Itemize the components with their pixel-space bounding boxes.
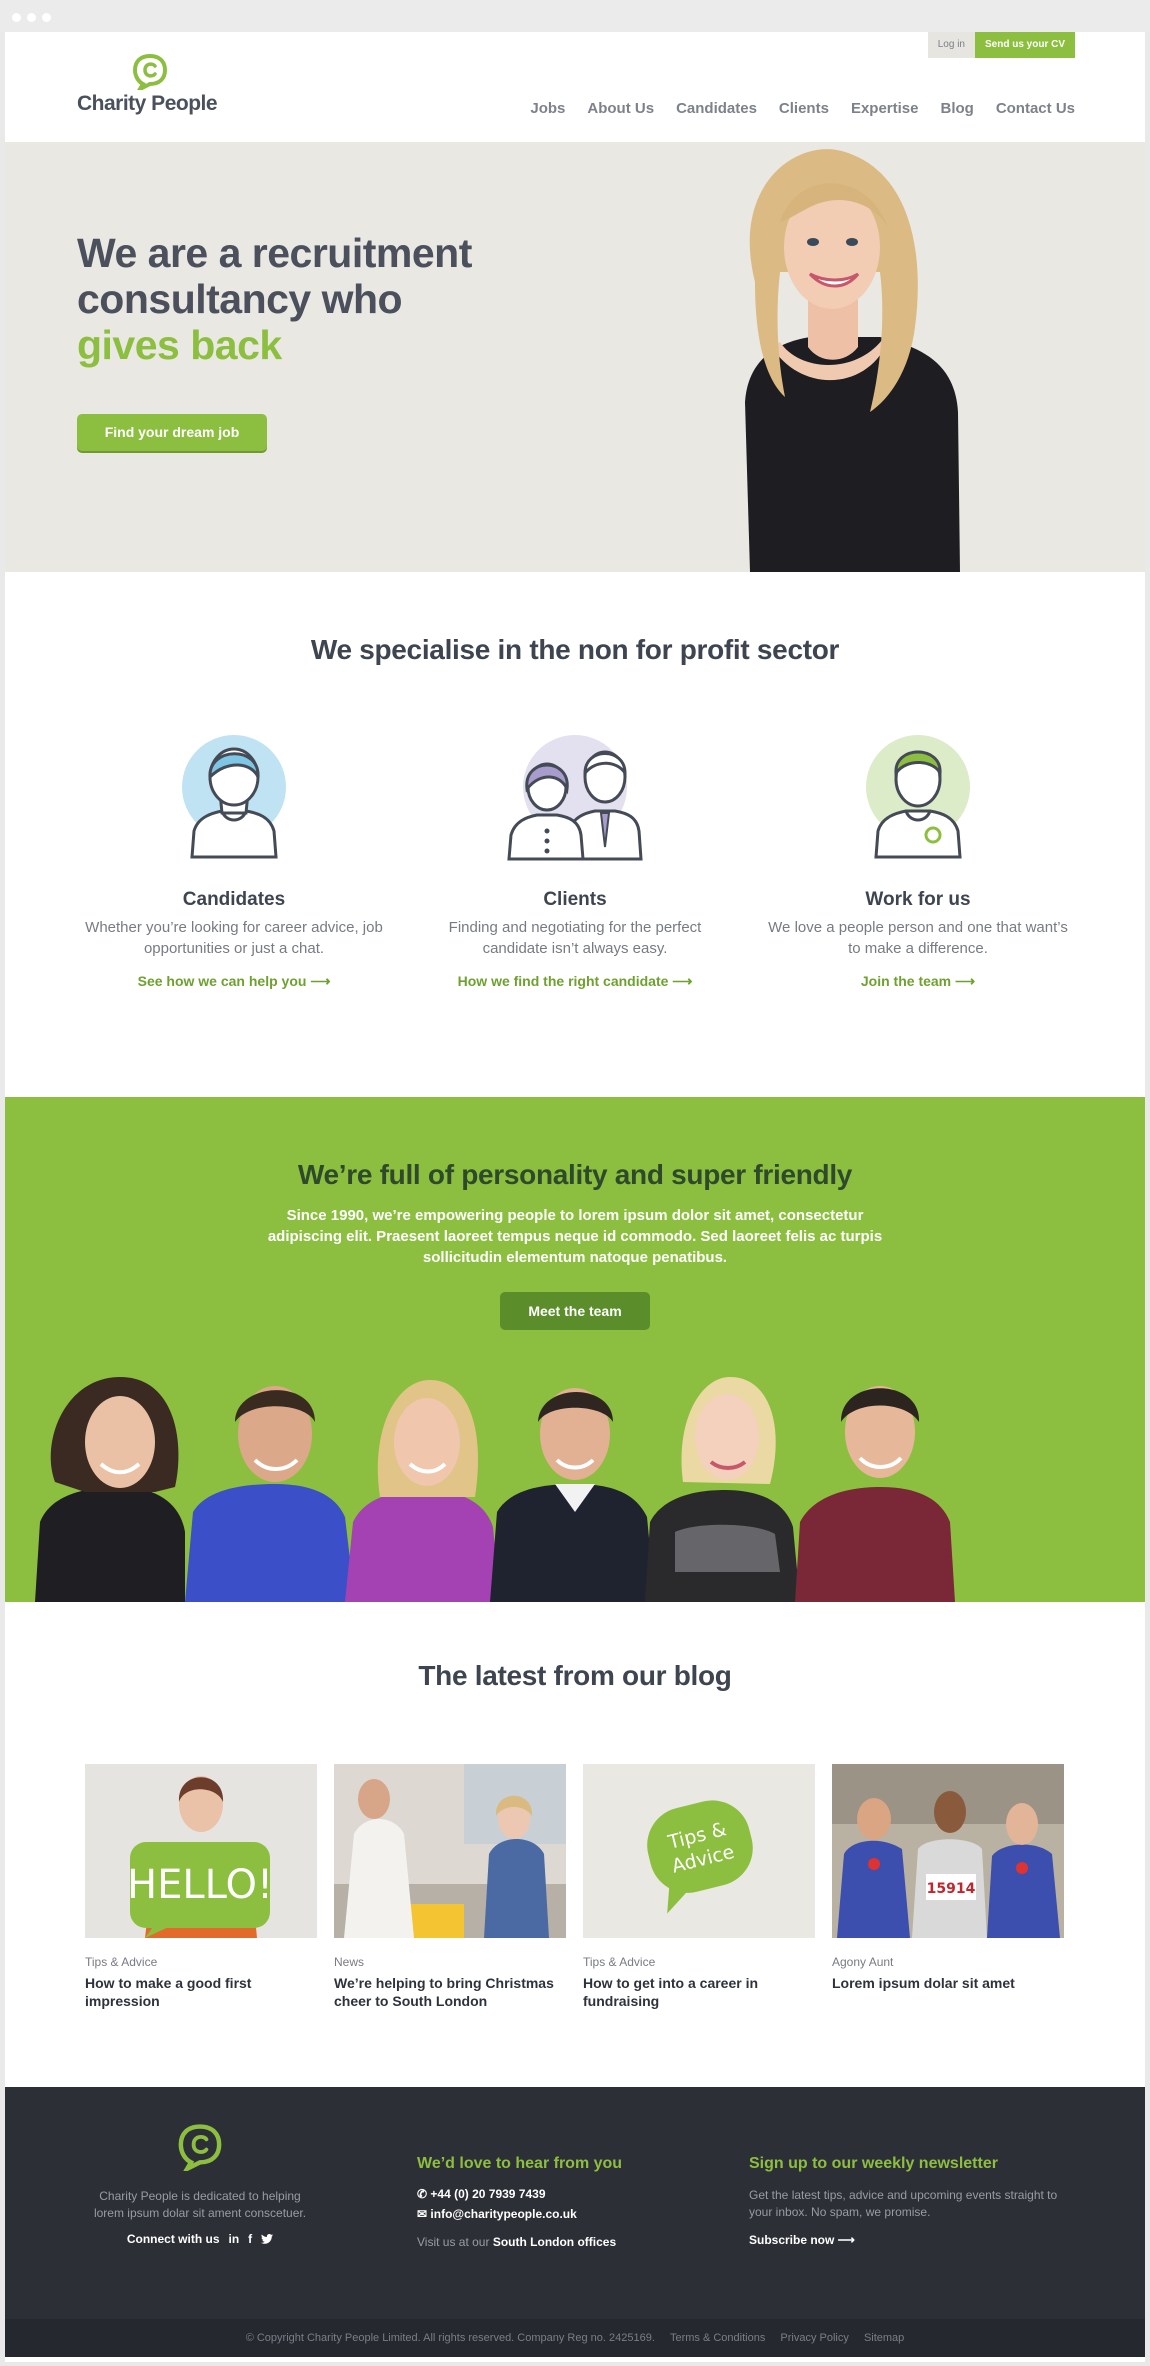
terms-link[interactable]: Terms & Conditions: [670, 2332, 765, 2344]
candidate-avatar-icon: [182, 735, 286, 859]
card-work-for-us: Work for us We love a people person and …: [768, 727, 1068, 991]
card-title: Clients: [543, 889, 607, 910]
post-category: Tips & Advice: [583, 1955, 656, 1969]
envelope-icon: ✉: [417, 2207, 428, 2221]
nav-about-us[interactable]: About Us: [587, 100, 654, 117]
sitemap-link[interactable]: Sitemap: [864, 2332, 904, 2344]
subscribe-link[interactable]: Subscribe now ⟶: [749, 2233, 1069, 2247]
nav-blog[interactable]: Blog: [940, 100, 973, 117]
linkedin-icon[interactable]: in: [229, 2232, 240, 2246]
nav-contact-us[interactable]: Contact Us: [996, 100, 1075, 117]
post-title: How to make a good first impression: [85, 1975, 252, 2009]
marathon-runners-photo: 15914: [832, 1764, 1064, 1938]
send-cv-button[interactable]: Send us your CV: [974, 32, 1075, 58]
tips-advice-graphic: Tips & Advice: [583, 1764, 815, 1938]
email-line[interactable]: ✉ info@charitypeople.co.uk: [417, 2207, 677, 2221]
personality-section: We’re full of personality and super frie…: [5, 1097, 1145, 1602]
nav-clients[interactable]: Clients: [779, 100, 829, 117]
footer-newsletter: Sign up to our weekly newsletter Get the…: [749, 2155, 1069, 2247]
post-title: We’re helping to bring Christmas cheer t…: [334, 1975, 554, 2009]
phone-number: +44 (0) 20 7939 7439: [430, 2187, 546, 2201]
join-team-link[interactable]: Join the team ⟶: [861, 973, 975, 990]
email-address: info@charitypeople.co.uk: [430, 2207, 577, 2221]
card-text: Finding and negotiating for the perfect …: [448, 919, 702, 957]
hero-woman-photo: [745, 149, 960, 572]
visit-prefix: Visit us at our: [417, 2235, 490, 2249]
visit-line: Visit us at our South London offices: [417, 2235, 677, 2249]
clients-link[interactable]: How we find the right candidate ⟶: [458, 973, 693, 990]
footer-contact: We’d love to hear from you ✆ +44 (0) 20 …: [417, 2155, 677, 2249]
phone-icon: ✆: [417, 2187, 428, 2201]
twitter-icon[interactable]: [261, 2234, 274, 2244]
race-bib-number: 15914: [927, 1881, 976, 1897]
card-clients: Clients Finding and negotiating for the …: [425, 727, 725, 991]
connect-label: Connect with us: [126, 2232, 220, 2246]
blog-post[interactable]: HELLO! Tips & Advice How to make a good …: [85, 1764, 317, 2010]
contact-heading: We’d love to hear from you: [417, 2155, 623, 2172]
speech-bubble-logo-icon: [132, 54, 168, 90]
card-text: We love a people person and one that wan…: [768, 919, 1068, 957]
logo-text: Charity People: [77, 92, 218, 115]
privacy-link[interactable]: Privacy Policy: [780, 2332, 848, 2344]
hello-sign-text: HELLO!: [127, 1862, 273, 1908]
blog-post[interactable]: News We’re helping to bring Christmas ch…: [334, 1764, 566, 2010]
post-title: How to get into a career in fundraising: [583, 1975, 759, 2009]
blog-post[interactable]: Tips & Advice Tips & Advice How to get i…: [583, 1764, 815, 2010]
footer-logo-icon[interactable]: [177, 2123, 223, 2175]
main-nav: Jobs About Us Candidates Clients Experti…: [530, 100, 1075, 117]
browser-chrome: [0, 0, 1150, 32]
post-category: Agony Aunt: [832, 1955, 894, 1969]
hero: We are a recruitment consultancy who giv…: [5, 142, 1145, 572]
hero-line-3: gives back: [77, 322, 282, 368]
copyright-bar: © Copyright Charity People Limited. All …: [5, 2319, 1145, 2357]
logo[interactable]: Charity People: [77, 54, 227, 124]
specialise-title: We specialise in the non for profit sect…: [310, 634, 840, 665]
window-dot: [42, 13, 51, 22]
window-dot: [27, 13, 36, 22]
footer-about-text: Charity People is dedicated to helping l…: [93, 2189, 307, 2220]
phone-line[interactable]: ✆ +44 (0) 20 7939 7439: [417, 2187, 677, 2201]
blog-post[interactable]: 15914 Agony Aunt Lorem ipsum dolar sit a…: [832, 1764, 1064, 1992]
personality-text: Since 1990, we’re empowering people to l…: [267, 1207, 883, 1266]
site-header: Charity People Log in Send us your CV Jo…: [5, 32, 1145, 142]
card-title: Work for us: [865, 889, 971, 910]
post-category: News: [334, 1955, 365, 1969]
specialise-section: We specialise in the non for profit sect…: [5, 572, 1145, 1097]
find-job-button[interactable]: Find your dream job: [77, 414, 267, 451]
top-actions: Log in Send us your CV: [927, 32, 1075, 58]
clients-avatars-icon: [507, 735, 643, 861]
nav-expertise[interactable]: Expertise: [851, 100, 919, 117]
copyright-text: © Copyright Charity People Limited. All …: [245, 2332, 655, 2344]
hero-heading: We are a recruitment consultancy who giv…: [77, 230, 472, 368]
hello-sign-photo: HELLO!: [85, 1764, 317, 1938]
personality-title: We’re full of personality and super frie…: [297, 1159, 853, 1190]
post-category: Tips & Advice: [85, 1955, 158, 1969]
post-title: Lorem ipsum dolar sit amet: [832, 1975, 1015, 1991]
nav-jobs[interactable]: Jobs: [530, 100, 565, 117]
site-footer: Charity People is dedicated to helping l…: [5, 2087, 1145, 2319]
card-title: Candidates: [182, 889, 286, 910]
meet-team-button[interactable]: Meet the team: [500, 1292, 650, 1330]
offices-link[interactable]: South London offices: [493, 2235, 616, 2249]
social-links: Connect with us in f: [85, 2232, 315, 2246]
team-photo-row: [35, 1377, 955, 1602]
nav-candidates[interactable]: Candidates: [676, 100, 757, 117]
facebook-icon[interactable]: f: [248, 2232, 252, 2246]
christmas-volunteers-photo: [334, 1764, 566, 1938]
staff-avatar-icon: [866, 735, 970, 859]
blog-title: The latest from our blog: [418, 1660, 732, 1691]
footer-about: Charity People is dedicated to helping l…: [85, 2123, 315, 2246]
window-dot: [12, 13, 21, 22]
login-button[interactable]: Log in: [927, 32, 975, 58]
newsletter-text: Get the latest tips, advice and upcoming…: [749, 2188, 1058, 2219]
blog-section: The latest from our blog HELLO! Tips & A…: [5, 1602, 1145, 2087]
card-text: Whether you’re looking for career advice…: [85, 919, 383, 957]
hero-line-1: We are a recruitment: [77, 230, 472, 276]
newsletter-heading: Sign up to our weekly newsletter: [749, 2155, 998, 2172]
card-candidates: Candidates Whether you’re looking for ca…: [84, 727, 384, 991]
page: Charity People Log in Send us your CV Jo…: [5, 32, 1145, 2362]
candidates-link[interactable]: See how we can help you ⟶: [138, 973, 331, 990]
hero-line-2: consultancy who: [77, 276, 403, 322]
